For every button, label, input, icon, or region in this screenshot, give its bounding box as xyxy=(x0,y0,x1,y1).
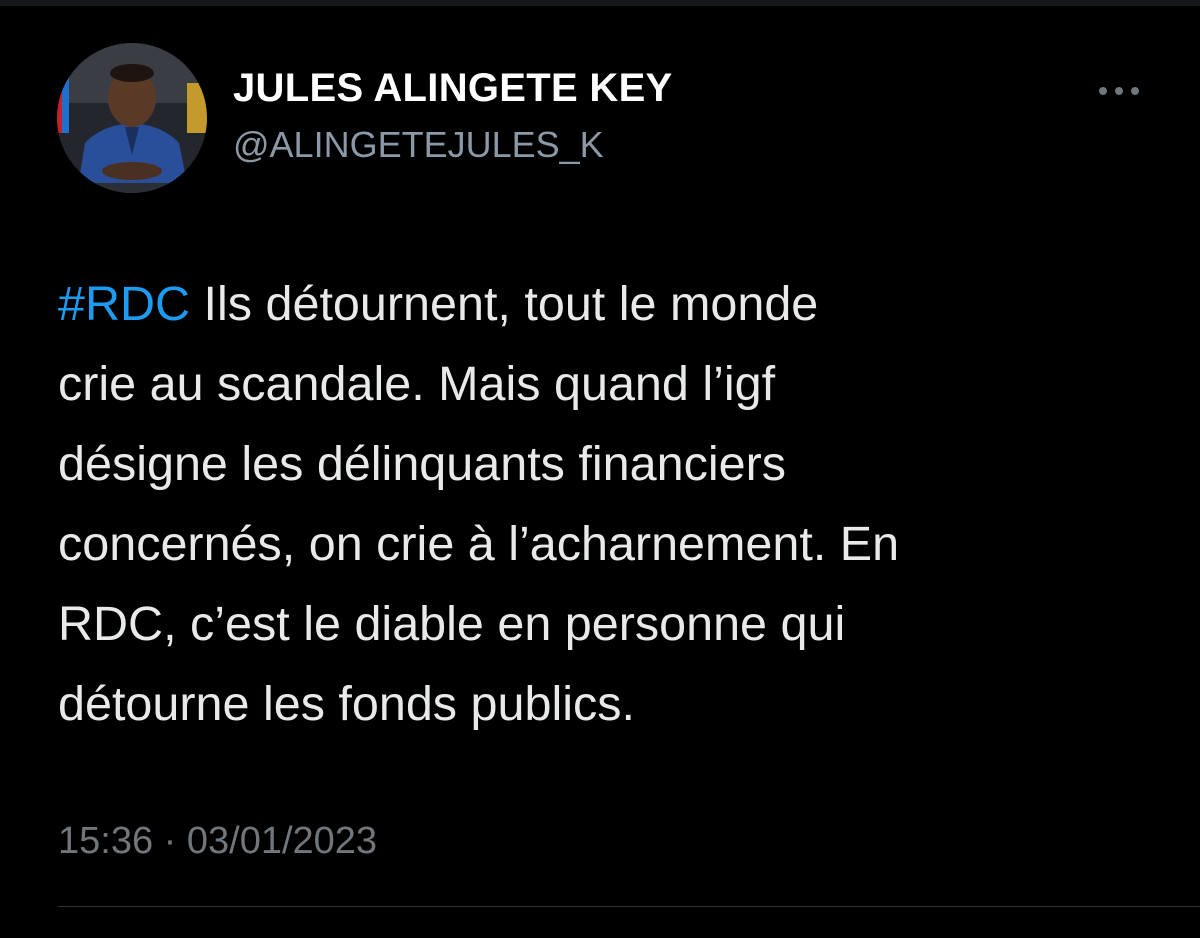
profile-photo-icon xyxy=(57,43,207,193)
tweet-line-text: Ils détournent, tout le monde xyxy=(190,277,819,331)
tweet-screen: JULES ALINGETE KEY @ALINGETEJULES_K #RDC… xyxy=(0,0,1200,938)
tweet-line-5: RDC, c’est le diable en personne qui xyxy=(58,597,846,651)
display-name[interactable]: JULES ALINGETE KEY xyxy=(233,66,673,111)
user-handle[interactable]: @ALINGETEJULES_K xyxy=(233,124,604,166)
hashtag-link[interactable]: #RDC xyxy=(58,277,190,331)
tweet-text: #RDC Ils détournent, tout le monde crie … xyxy=(58,264,1178,744)
tweet-timestamp[interactable]: 15:36 · 03/01/2023 xyxy=(58,820,377,863)
meta-separator: · xyxy=(153,820,187,862)
tweet-line-6: détourne les fonds publics. xyxy=(58,677,635,731)
tweet-line-4: concernés, on crie à l’acharnement. En xyxy=(58,517,900,571)
more-options-icon[interactable] xyxy=(1096,84,1142,98)
tweet-line-3: désigne les délinquants financiers xyxy=(58,437,786,491)
divider xyxy=(58,906,1200,907)
top-edge xyxy=(0,0,1200,6)
tweet-line-2: crie au scandale. Mais quand l’igf xyxy=(58,357,776,411)
tweet-line-1: #RDC Ils détournent, tout le monde xyxy=(58,264,1178,344)
tweet-time: 15:36 xyxy=(58,820,154,862)
avatar[interactable] xyxy=(57,43,207,193)
tweet-date: 03/01/2023 xyxy=(186,820,378,862)
